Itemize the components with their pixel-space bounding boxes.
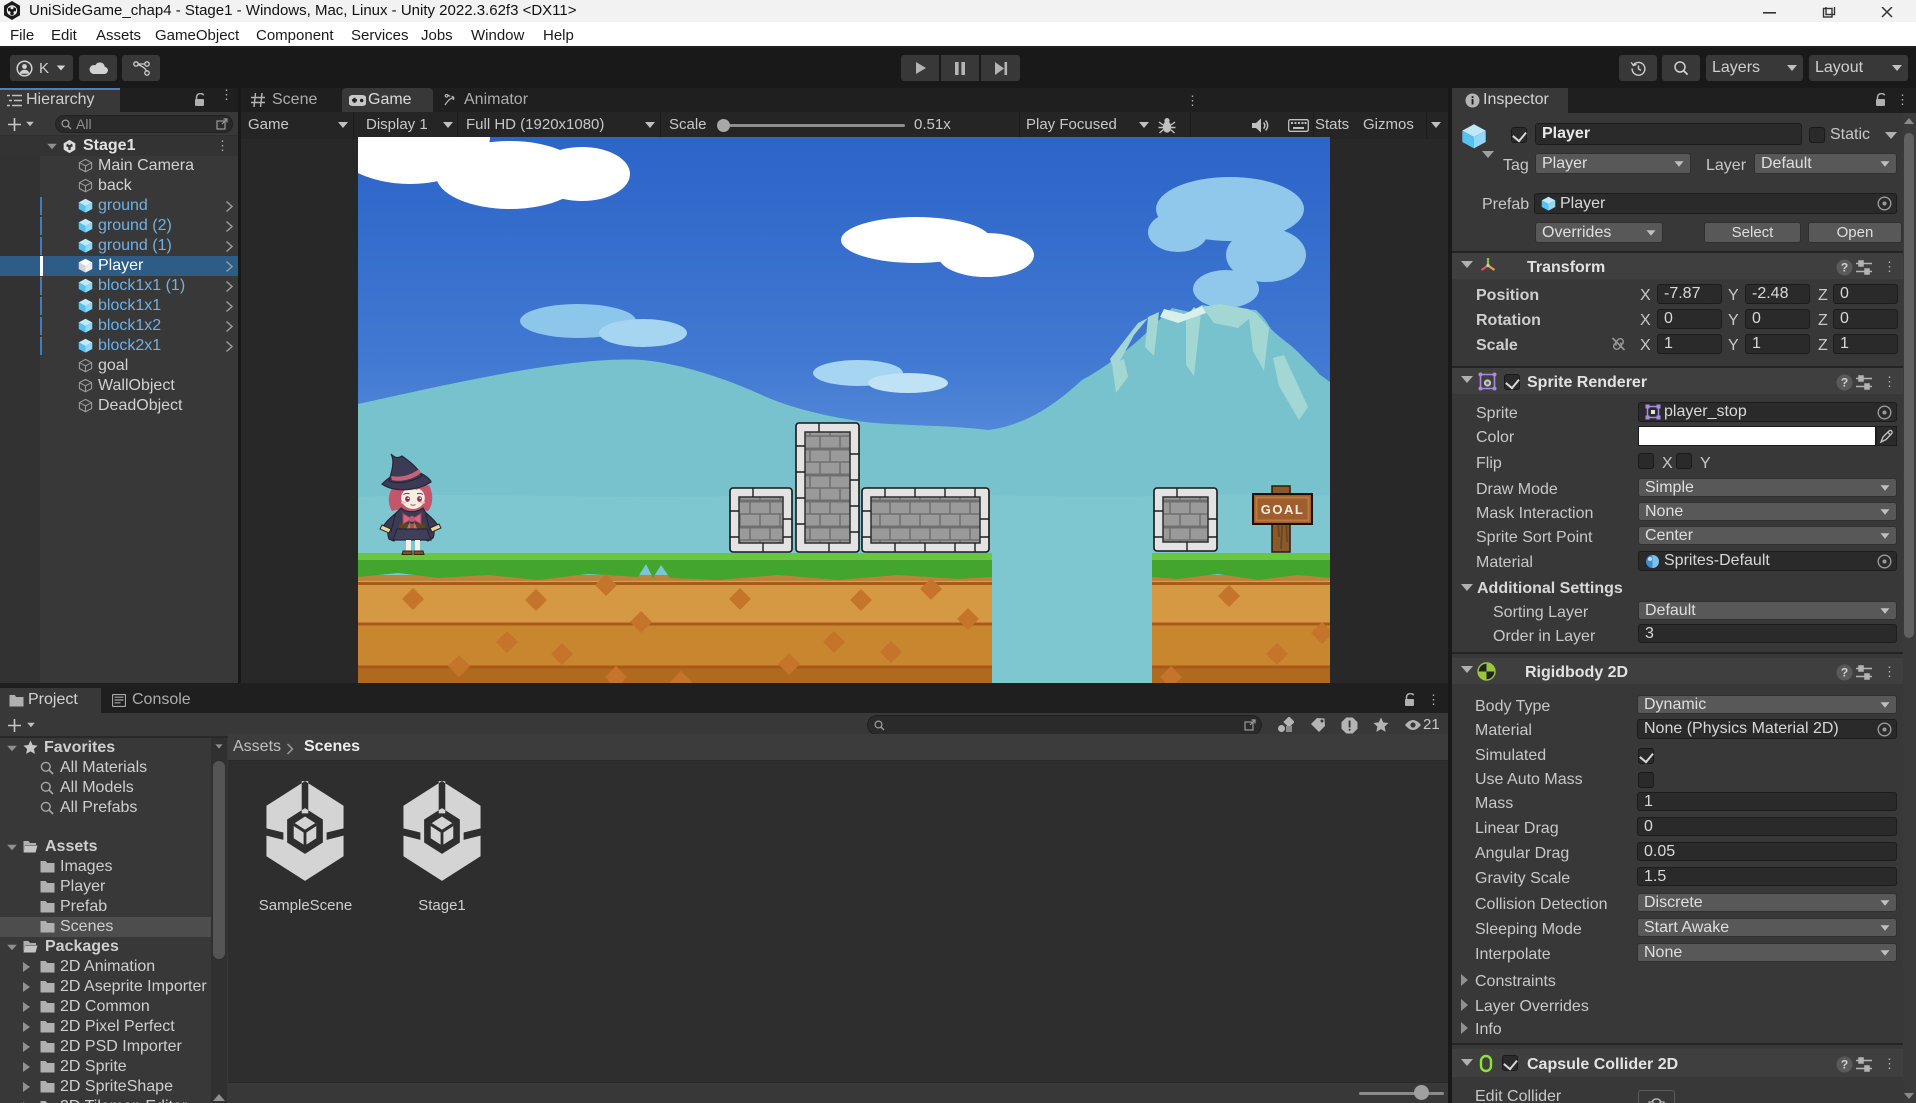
- svg-text:GOAL: GOAL: [1261, 502, 1305, 517]
- svg-text:?: ?: [1841, 1058, 1848, 1072]
- svg-text:?: ?: [1841, 666, 1848, 680]
- svg-text:?: ?: [1841, 376, 1848, 390]
- svg-text:?: ?: [1841, 261, 1848, 275]
